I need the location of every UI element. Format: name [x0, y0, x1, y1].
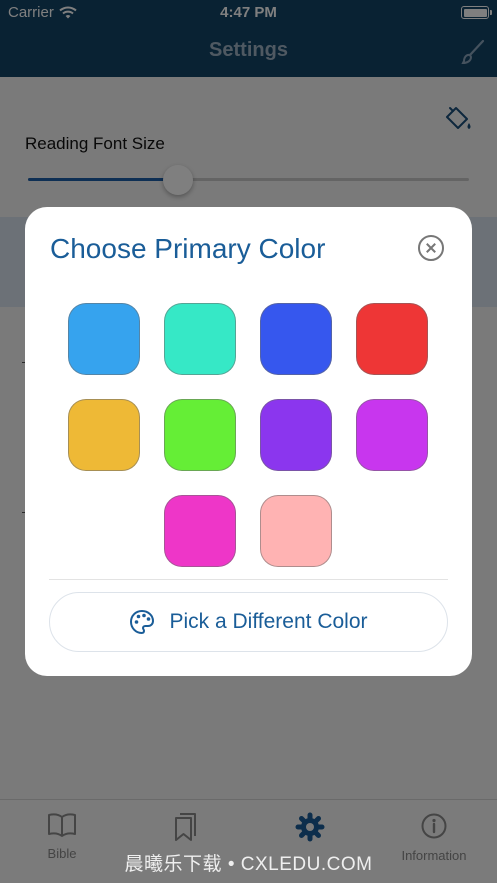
color-swatch[interactable] — [260, 303, 332, 375]
color-swatch[interactable] — [68, 303, 140, 375]
color-swatch[interactable] — [164, 495, 236, 567]
dialog-title: Choose Primary Color — [50, 233, 326, 264]
choose-color-dialog: Choose Primary Color Pick a Different Co… — [25, 207, 472, 676]
color-swatch-grid — [68, 303, 428, 567]
color-swatch[interactable] — [356, 399, 428, 471]
color-swatch[interactable] — [356, 303, 428, 375]
color-swatch[interactable] — [164, 399, 236, 471]
watermark-text: 晨曦乐下载 • CXLEDU.COM — [124, 854, 373, 875]
palette-icon — [130, 610, 155, 634]
color-swatch[interactable] — [260, 495, 332, 567]
color-swatch[interactable] — [260, 399, 332, 471]
dialog-divider — [49, 579, 448, 580]
color-swatch[interactable] — [164, 303, 236, 375]
close-icon[interactable] — [418, 235, 444, 261]
color-swatch[interactable] — [68, 399, 140, 471]
pick-different-color-button[interactable]: Pick a Different Color — [49, 592, 448, 652]
pick-different-color-label: Pick a Different Color — [169, 610, 368, 633]
